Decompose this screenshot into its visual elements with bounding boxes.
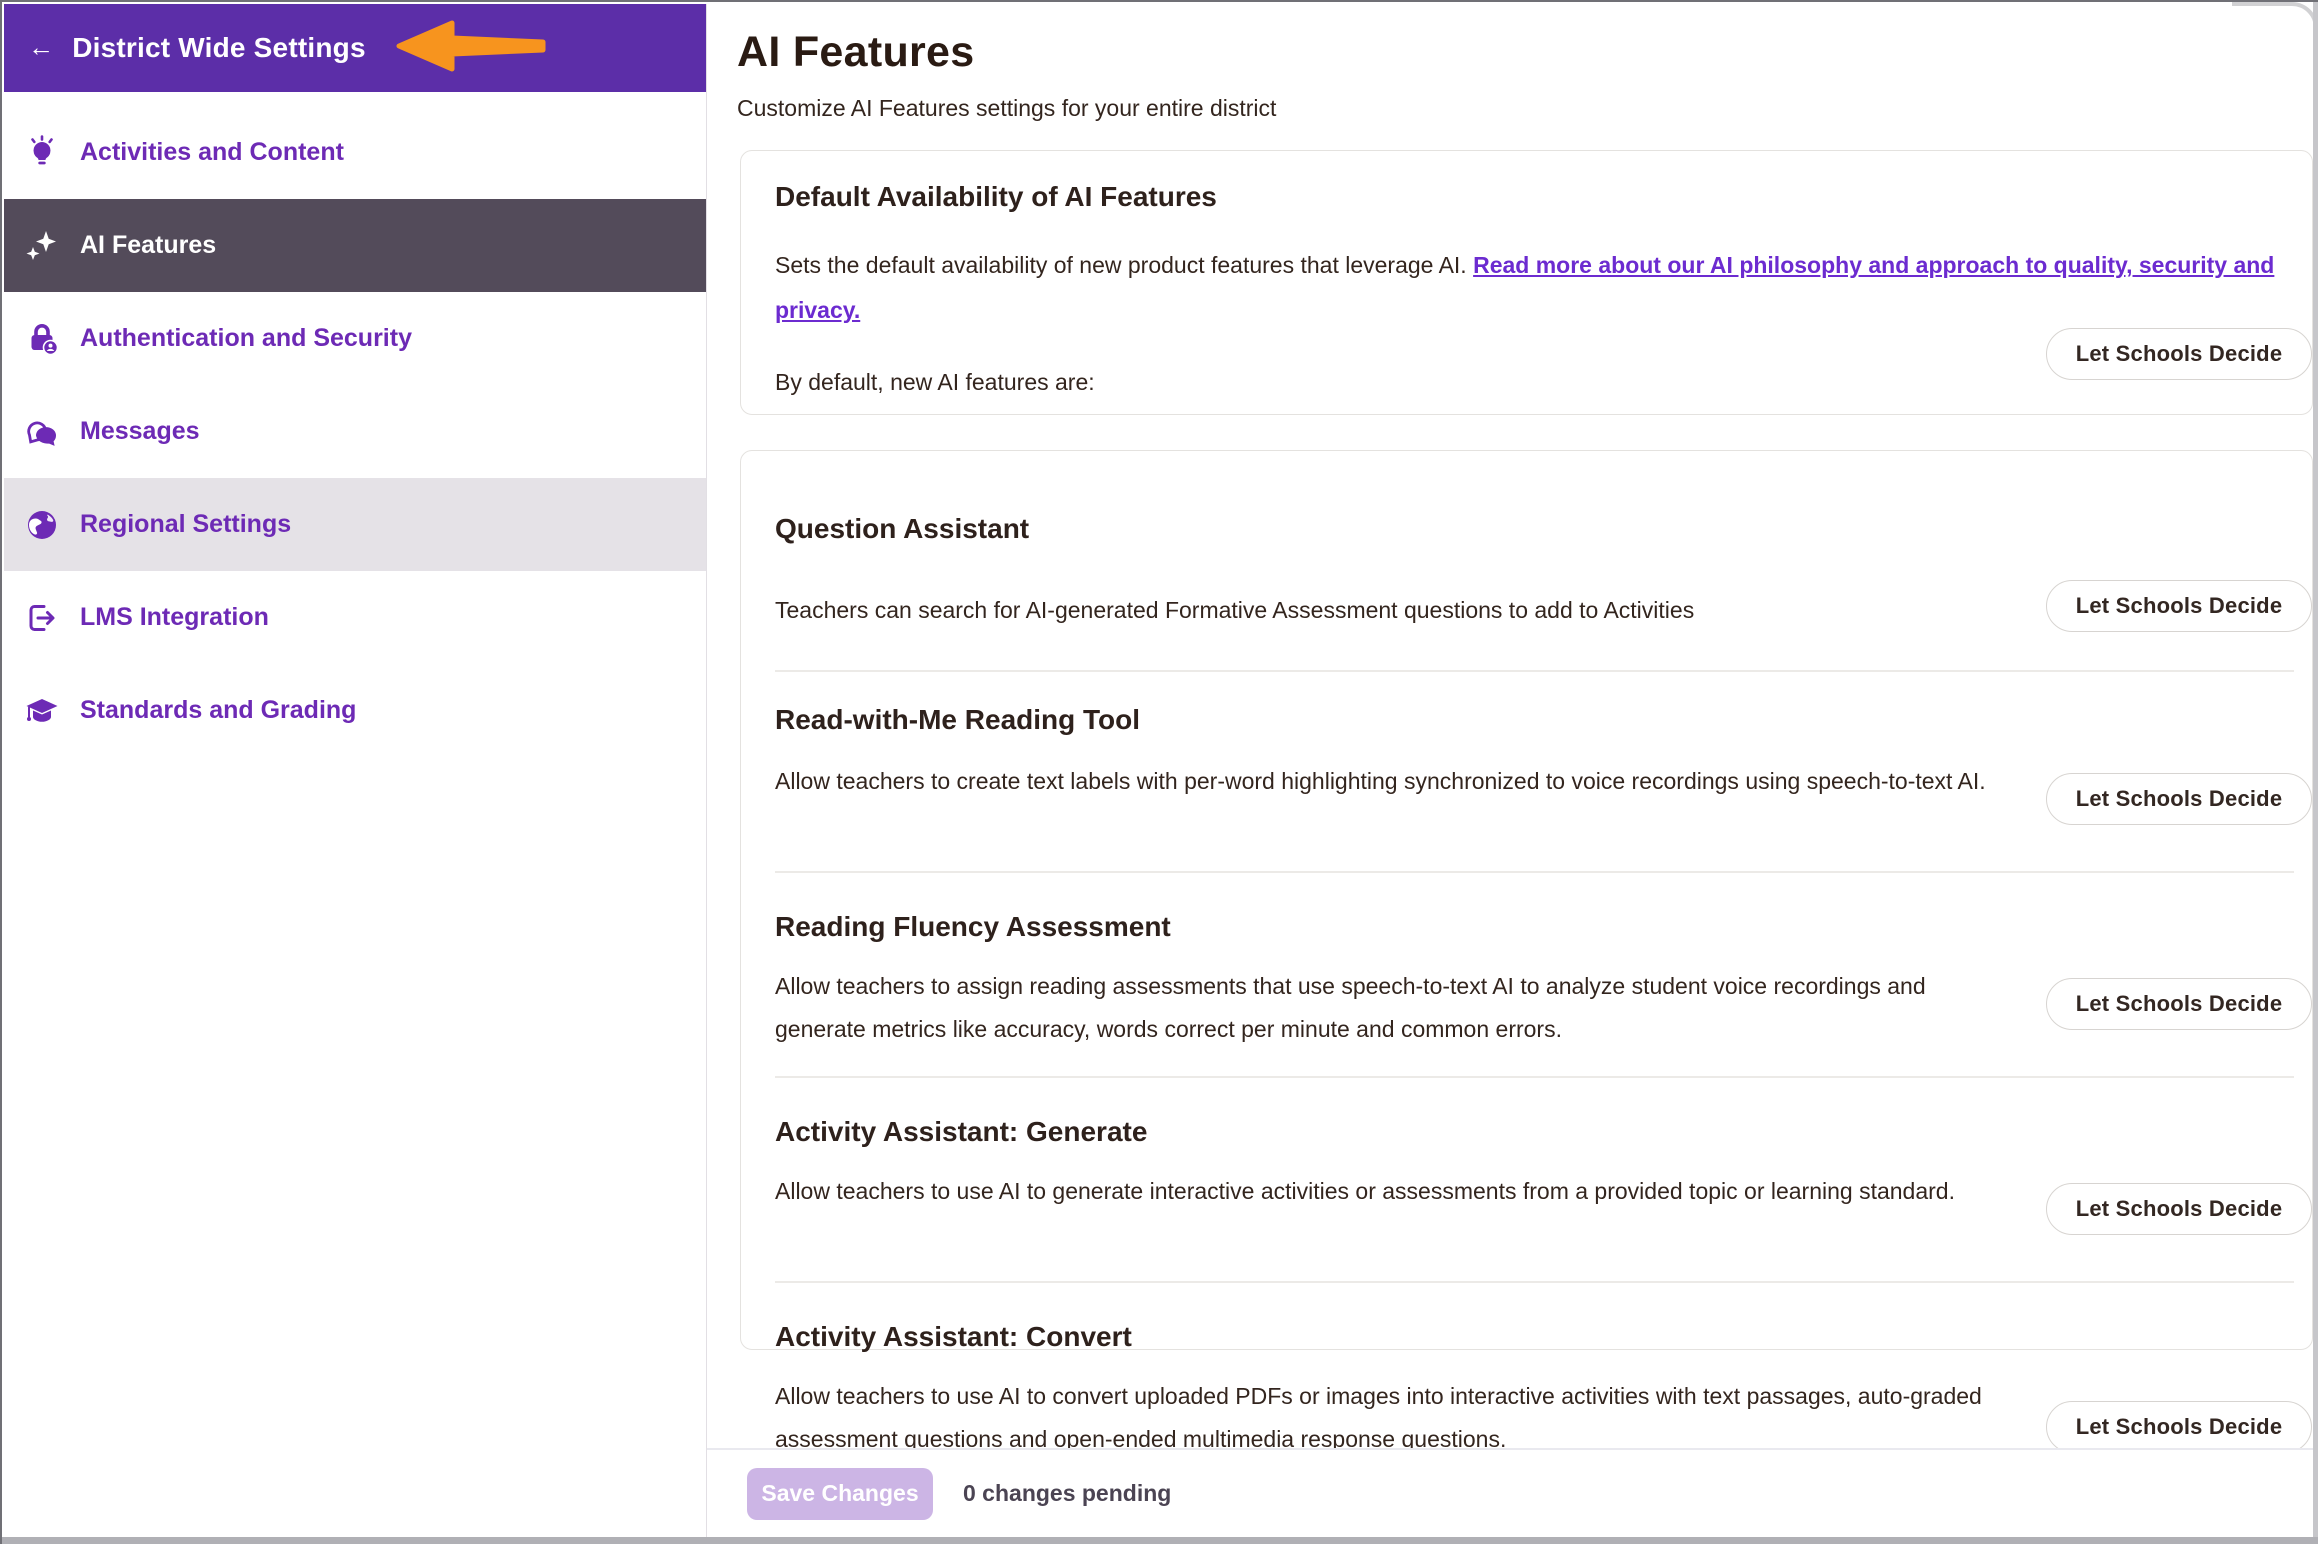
sidebar-item-ai-features[interactable]: AI Features xyxy=(4,199,706,292)
sidebar-title: District Wide Settings xyxy=(72,32,366,64)
save-changes-button[interactable]: Save Changes xyxy=(747,1468,933,1520)
feature-title: Reading Fluency Assessment xyxy=(775,873,2012,947)
ai-features-card: Question Assistant Teachers can search f… xyxy=(740,450,2313,1350)
feature-title: Activity Assistant: Convert xyxy=(775,1283,2012,1357)
sidebar-item-label: Regional Settings xyxy=(80,510,291,539)
default-availability-description: Sets the default availability of new pro… xyxy=(775,243,2292,333)
default-availability-card: Default Availability of AI Features Sets… xyxy=(740,150,2313,415)
feature-title: Activity Assistant: Generate xyxy=(775,1078,2012,1152)
sidebar-item-label: Authentication and Security xyxy=(80,324,412,353)
save-changes-footer: Save Changes 0 changes pending xyxy=(707,1448,2313,1537)
sidebar-item-standards-and-grading[interactable]: Standards and Grading xyxy=(4,664,706,757)
sidebar-nav: Activities and Content AI Features xyxy=(4,92,706,757)
feature-description: Teachers can search for AI-generated For… xyxy=(775,589,2012,632)
page-subtitle: Customize AI Features settings for your … xyxy=(737,93,2313,123)
sidebar-item-regional-settings[interactable]: Regional Settings xyxy=(4,478,706,571)
reading-fluency-dropdown[interactable]: Let Schools Decide xyxy=(2046,978,2312,1030)
feature-description: Allow teachers to assign reading assessm… xyxy=(775,965,2012,1051)
activity-convert-dropdown[interactable]: Let Schools Decide xyxy=(2046,1401,2312,1453)
app-window: ← District Wide Settings Activities and … xyxy=(0,0,2318,1544)
feature-title: Read-with-Me Reading Tool xyxy=(775,672,2012,740)
sidebar-item-label: AI Features xyxy=(80,231,216,260)
feature-activity-assistant-generate: Activity Assistant: Generate Allow teach… xyxy=(741,1078,2312,1281)
feature-title: Question Assistant xyxy=(775,451,2012,549)
feature-description: Allow teachers to create text labels wit… xyxy=(775,760,2012,803)
read-with-me-dropdown[interactable]: Let Schools Decide xyxy=(2046,773,2312,825)
changes-pending-status: 0 changes pending xyxy=(963,1480,1171,1507)
feature-read-with-me: Read-with-Me Reading Tool Allow teachers… xyxy=(741,672,2312,871)
graduation-cap-icon xyxy=(24,693,60,729)
settings-sidebar: ← District Wide Settings Activities and … xyxy=(4,4,707,1539)
sidebar-item-lms-integration[interactable]: LMS Integration xyxy=(4,571,706,664)
sidebar-item-label: Standards and Grading xyxy=(80,696,356,725)
activity-generate-dropdown[interactable]: Let Schools Decide xyxy=(2046,1183,2312,1235)
sidebar-item-label: LMS Integration xyxy=(80,603,269,632)
feature-description: Allow teachers to use AI to generate int… xyxy=(775,1170,2012,1213)
back-arrow-icon[interactable]: ← xyxy=(28,34,54,60)
lms-integration-icon xyxy=(24,600,60,636)
page-title: AI Features xyxy=(737,24,2313,80)
sidebar-item-authentication-and-security[interactable]: Authentication and Security xyxy=(4,292,706,385)
globe-icon xyxy=(24,507,60,543)
window-edge-right xyxy=(2313,2,2318,1544)
sidebar-item-messages[interactable]: Messages xyxy=(4,385,706,478)
feature-reading-fluency: Reading Fluency Assessment Allow teacher… xyxy=(741,873,2312,1076)
description-text: Sets the default availability of new pro… xyxy=(775,252,1473,278)
sidebar-item-activities-and-content[interactable]: Activities and Content xyxy=(4,106,706,199)
lock-user-icon xyxy=(24,321,60,357)
default-availability-title: Default Availability of AI Features xyxy=(775,177,2292,217)
sidebar-item-label: Messages xyxy=(80,417,200,446)
messages-icon xyxy=(24,414,60,450)
feature-question-assistant: Question Assistant Teachers can search f… xyxy=(741,451,2312,670)
window-corner xyxy=(2232,2,2318,36)
sidebar-item-label: Activities and Content xyxy=(80,138,344,167)
window-edge-bottom xyxy=(2,1537,2318,1544)
main-content: AI Features Customize AI Features settin… xyxy=(707,4,2313,1537)
district-wide-settings-back[interactable]: ← District Wide Settings xyxy=(4,4,706,92)
sparkles-icon xyxy=(24,228,60,264)
question-assistant-dropdown[interactable]: Let Schools Decide xyxy=(2046,580,2312,632)
lightbulb-icon xyxy=(24,135,60,171)
default-availability-dropdown[interactable]: Let Schools Decide xyxy=(2046,328,2312,380)
